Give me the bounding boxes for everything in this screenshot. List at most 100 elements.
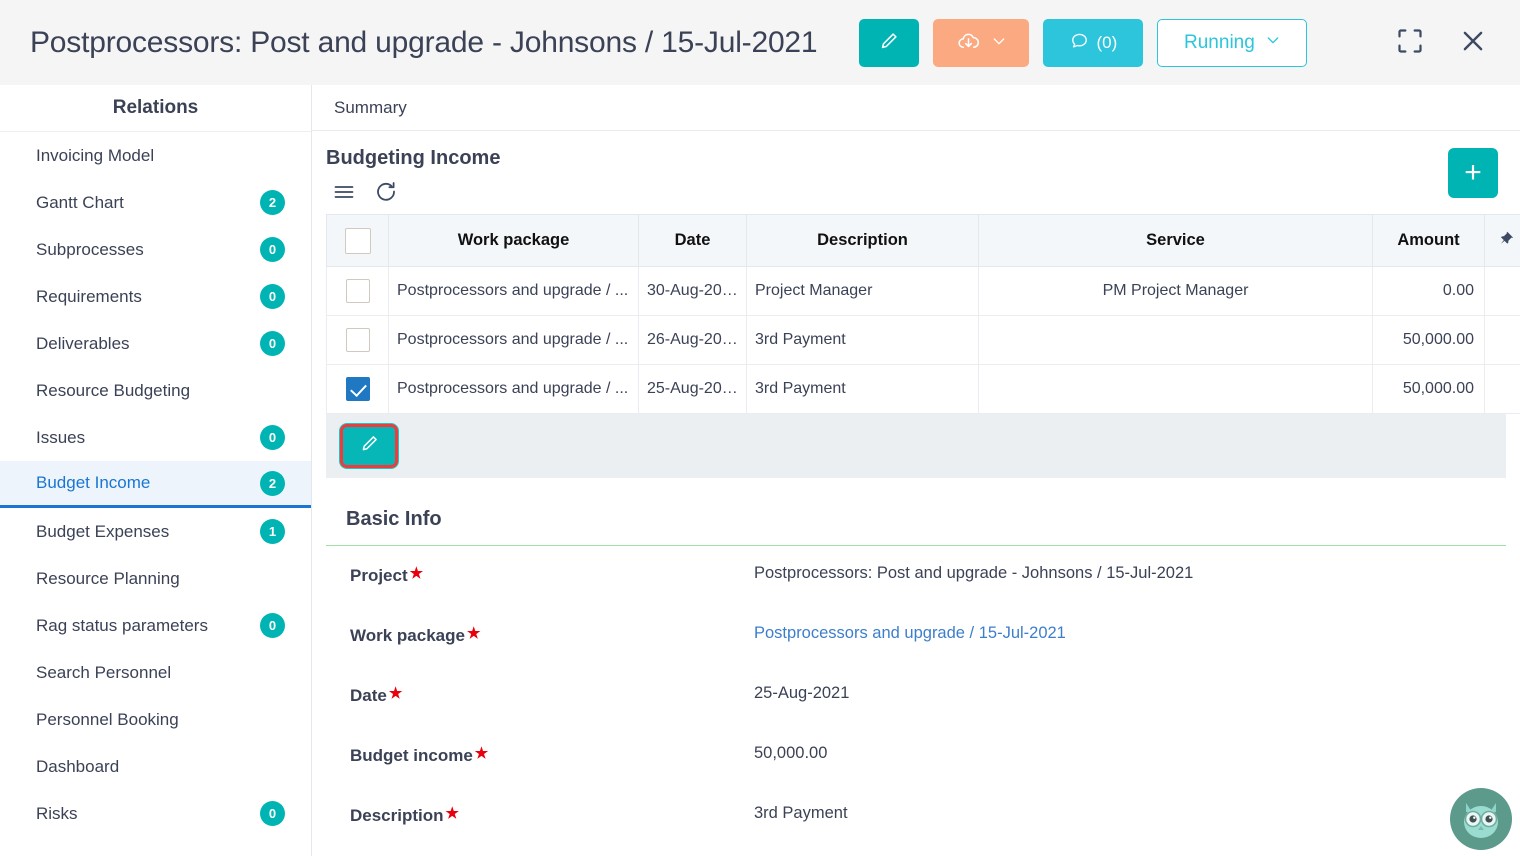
close-button[interactable] [1454, 22, 1492, 63]
sidebar-item-subprocesses[interactable]: Subprocesses 0 [0, 226, 311, 273]
sidebar-item-label: Dashboard [36, 756, 120, 776]
sidebar-item-personnel-booking[interactable]: Personnel Booking [0, 696, 311, 743]
tabbar: Summary [312, 85, 1520, 131]
row-select-cell [326, 364, 389, 414]
cell-date: 30-Aug-2021 [638, 266, 747, 316]
cell-service[interactable]: PM Project Manager [978, 266, 1373, 316]
sidebar-item-search-personnel[interactable]: Search Personnel [0, 649, 311, 696]
basic-info-title: Basic Info [326, 492, 1506, 546]
sidebar-item-label: Deliverables [36, 333, 130, 353]
form-field-value[interactable]: Postprocessors and upgrade / 15-Jul-2021 [754, 624, 1066, 643]
grid-toolbar: + [312, 148, 1520, 214]
col-header-service[interactable]: Service [978, 214, 1373, 267]
form-field-label: Work package ★ [350, 624, 754, 646]
sidebar-item-label: Invoicing Model [36, 145, 155, 165]
row-action-band [326, 414, 1506, 478]
edit-selected-row-button[interactable] [340, 424, 398, 468]
required-marker-icon: ★ [388, 685, 403, 702]
cell-description: 3rd Payment [746, 315, 979, 365]
form-field-label: Project ★ [350, 564, 754, 586]
edit-button[interactable] [859, 18, 920, 67]
sidebar-item-budget-income[interactable]: Budget Income 2 [0, 461, 311, 508]
cell-work-package[interactable]: Postprocessors and upgrade / ... [388, 364, 639, 414]
cell-service[interactable] [978, 364, 1373, 414]
sidebar-item-label: Personnel Booking [36, 709, 179, 729]
panel-title: Budgeting Income [326, 147, 501, 169]
pin-column-header[interactable] [1484, 214, 1520, 267]
col-header-description[interactable]: Description [746, 214, 979, 267]
table-row[interactable]: Postprocessors and upgrade / ... 25-Aug-2… [326, 364, 1520, 414]
window-controls [1392, 22, 1492, 63]
sidebar-item-budget-expenses[interactable]: Budget Expenses 1 [0, 508, 311, 555]
fullscreen-button[interactable] [1392, 23, 1428, 62]
form-field-label: Date ★ [350, 684, 754, 706]
refresh-icon[interactable] [374, 180, 398, 204]
fullscreen-icon [1396, 27, 1424, 58]
sidebar-item-invoicing-model[interactable]: Invoicing Model [0, 132, 311, 179]
sidebar-item-label: Issues [36, 427, 86, 447]
sidebar-item-badge: 0 [260, 284, 285, 309]
sidebar-item-rag-status-parameters[interactable]: Rag status parameters 0 [0, 602, 311, 649]
table-row[interactable]: Postprocessors and upgrade / ... 30-Aug-2… [326, 266, 1520, 316]
status-dropdown[interactable]: Running [1157, 18, 1308, 67]
col-header-amount[interactable]: Amount [1372, 214, 1485, 267]
sidebar-item-label: Budget Income [36, 473, 151, 492]
sidebar-item-label: Rag status parameters [36, 615, 208, 635]
basic-info-fields: Project ★ Postprocessors: Post and upgrade… [326, 546, 1506, 856]
required-marker-icon: ★ [409, 565, 424, 582]
comments-button[interactable]: (0) [1043, 18, 1144, 67]
cell-work-package[interactable]: Postprocessors and upgrade / ... [388, 266, 639, 316]
budgeting-income-panel: Budgeting Income + Work package Date Des… [312, 131, 1520, 856]
form-row: Date ★ 25-Aug-2021 [350, 684, 1506, 744]
tab-summary[interactable]: Summary [326, 98, 415, 118]
sidebar-item-badge: 0 [260, 425, 285, 450]
sidebar-item-label: Resource Budgeting [36, 380, 191, 400]
grid-wrapper: Work package Date Description Service Am… [312, 214, 1520, 414]
form-row: Project ★ Postprocessors: Post and upgrade… [350, 564, 1506, 624]
sidebar-item-label: Gantt Chart [36, 192, 124, 212]
add-record-button[interactable]: + [1448, 148, 1498, 198]
row-checkbox[interactable] [345, 328, 370, 352]
cell-service[interactable] [978, 315, 1373, 365]
table-row[interactable]: Postprocessors and upgrade / ... 26-Aug-2… [326, 315, 1520, 365]
owl-assistant-icon[interactable] [1450, 788, 1512, 850]
sidebar-item-requirements[interactable]: Requirements 0 [0, 273, 311, 320]
sidebar-item-resource-budgeting[interactable]: Resource Budgeting [0, 367, 311, 414]
cell-amount: 50,000.00 [1372, 364, 1485, 414]
sidebar-item-resource-planning[interactable]: Resource Planning [0, 555, 311, 602]
form-label-text: Date [350, 686, 387, 705]
cell-work-package[interactable]: Postprocessors and upgrade / ... [388, 315, 639, 365]
col-header-work-package[interactable]: Work package [388, 214, 639, 267]
hamburger-menu-icon[interactable] [332, 180, 356, 204]
cell-date: 26-Aug-2021 [638, 315, 747, 365]
sidebar-item-deliverables[interactable]: Deliverables 0 [0, 320, 311, 367]
sidebar-list: Invoicing Model Gantt Chart 2 Subprocesses 0… [0, 132, 311, 856]
select-all-checkbox[interactable] [344, 227, 371, 254]
sidebar-item-issues[interactable]: Issues 0 [0, 414, 311, 461]
chevron-down-icon [991, 33, 1007, 52]
sidebar-item-gantt-chart[interactable]: Gantt Chart 2 [0, 179, 311, 226]
pencil-icon [878, 30, 900, 55]
row-checkbox[interactable] [345, 279, 370, 303]
sidebar-item-badge: 1 [260, 519, 285, 544]
main-content: Summary Budgeting Income + Work package … [312, 85, 1520, 856]
relations-sidebar: Relations Invoicing Model Gantt Chart 2 Sub… [0, 85, 312, 856]
select-all-header [326, 214, 389, 267]
download-button[interactable] [933, 18, 1030, 67]
cell-amount: 0.00 [1372, 266, 1485, 316]
chevron-down-icon [1265, 32, 1281, 54]
pin-icon [1497, 231, 1514, 251]
sidebar-item-badge: 2 [260, 190, 285, 215]
col-header-date[interactable]: Date [638, 214, 747, 267]
form-label-text: Work package [350, 626, 465, 645]
sidebar-item-dashboard[interactable]: Dashboard [0, 743, 311, 790]
header-actions: (0) Running [859, 18, 1308, 67]
form-label-text: Description [350, 806, 444, 825]
basic-info-card: Basic Info Project ★ Postprocessors: Post … [326, 492, 1506, 856]
cell-description: 3rd Payment [746, 364, 979, 414]
form-field-value: 50,000.00 [754, 744, 828, 762]
sidebar-item-risks[interactable]: Risks 0 [0, 790, 311, 837]
row-checkbox[interactable] [345, 377, 370, 401]
required-marker-icon: ★ [445, 805, 459, 822]
required-marker-icon: ★ [474, 745, 489, 762]
